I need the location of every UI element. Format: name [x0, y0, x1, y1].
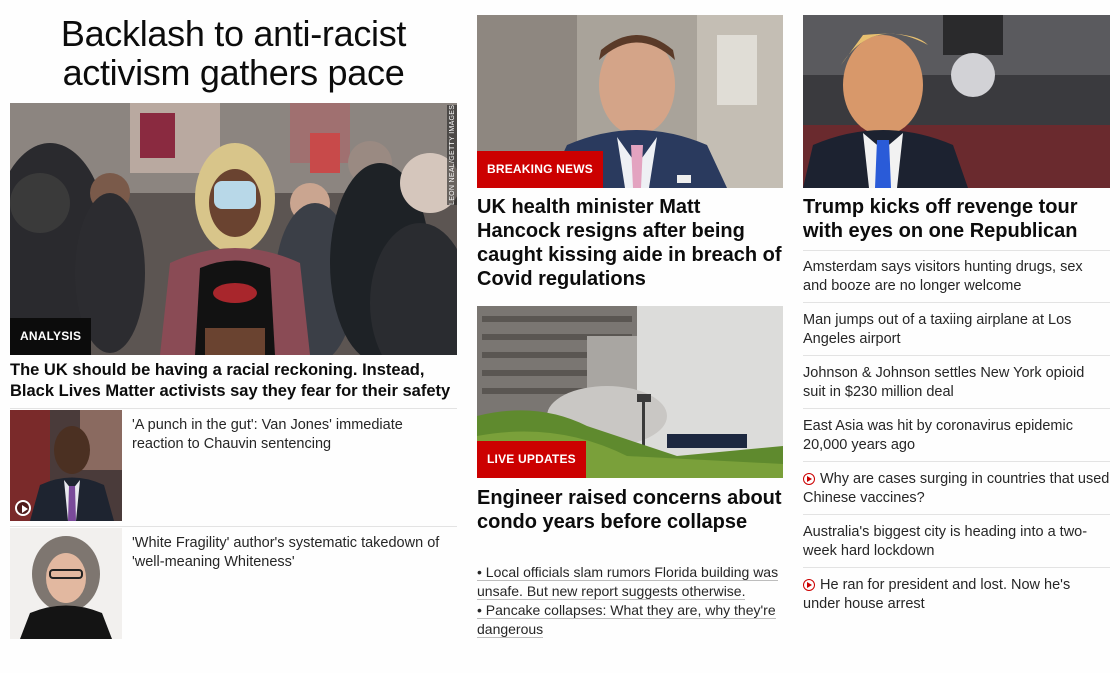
trump-image[interactable]	[803, 15, 1110, 188]
breaking-news-label: BREAKING NEWS	[477, 151, 603, 188]
list-item[interactable]: Man jumps out of a taxiing airplane at L…	[803, 311, 1110, 349]
robin-diangelo-thumbnail[interactable]	[10, 528, 122, 639]
hancock-headline[interactable]: UK health minister Matt Hancock resigns …	[477, 195, 783, 291]
bullet-link[interactable]: • Pancake collapses: What they are, why …	[477, 601, 783, 639]
section-title[interactable]: Backlash to anti-racist activism gathers…	[10, 14, 457, 92]
divider	[10, 526, 457, 527]
divider	[803, 514, 1110, 515]
live-updates-label: LIVE UPDATES	[477, 441, 586, 478]
condo-headline[interactable]: Engineer raised concerns about condo yea…	[477, 486, 783, 534]
list-item[interactable]: Johnson & Johnson settles New York opioi…	[803, 364, 1110, 402]
list-item-video[interactable]: Why are cases surging in countries that …	[803, 470, 1110, 508]
divider	[803, 567, 1110, 568]
bullet-text: • Local officials slam rumors Florida bu…	[477, 564, 779, 600]
list-item[interactable]: Amsterdam says visitors hunting drugs, s…	[803, 258, 1110, 296]
list-item-text: He ran for president and lost. Now he's …	[803, 577, 1071, 612]
list-item[interactable]: 'White Fragility' author's systematic ta…	[10, 528, 457, 639]
author-photo	[10, 528, 122, 639]
bullet-text: • Pancake collapses: What they are, why …	[477, 602, 776, 638]
bullet-link[interactable]: • Local officials slam rumors Florida bu…	[477, 563, 783, 601]
van-jones-thumbnail[interactable]	[10, 410, 122, 521]
divider	[803, 355, 1110, 356]
analysis-label: ANALYSIS	[10, 318, 92, 355]
list-item[interactable]: 'A punch in the gut': Van Jones' immedia…	[10, 410, 457, 521]
list-item[interactable]: Australia's biggest city is heading into…	[803, 523, 1110, 561]
play-circle-icon	[803, 579, 815, 591]
condo-collapse-image[interactable]: LIVE UPDATES	[477, 306, 783, 478]
list-item-headline[interactable]: 'A punch in the gut': Van Jones' immedia…	[132, 416, 458, 454]
play-circle-icon	[15, 500, 31, 516]
trump-photo	[803, 15, 1110, 188]
divider	[803, 461, 1110, 462]
divider	[803, 250, 1110, 251]
hancock-image[interactable]: BREAKING NEWS	[477, 15, 783, 188]
list-item[interactable]: East Asia was hit by coronavirus epidemi…	[803, 417, 1110, 455]
list-item-video[interactable]: He ran for president and lost. Now he's …	[803, 576, 1110, 614]
divider	[803, 408, 1110, 409]
hero-headline[interactable]: The UK should be having a racial reckoni…	[10, 360, 457, 402]
list-item-headline[interactable]: 'White Fragility' author's systematic ta…	[132, 534, 458, 572]
list-item-text: Why are cases surging in countries that …	[803, 471, 1110, 506]
play-circle-icon	[803, 473, 815, 485]
divider	[803, 302, 1110, 303]
photo-credit: LEON NEAL/GETTY IMAGES	[449, 105, 456, 205]
hero-image[interactable]: ANALYSIS LEON NEAL/GETTY IMAGES	[10, 103, 457, 355]
divider	[10, 408, 457, 409]
trump-headline[interactable]: Trump kicks off revenge tour with eyes o…	[803, 195, 1110, 243]
